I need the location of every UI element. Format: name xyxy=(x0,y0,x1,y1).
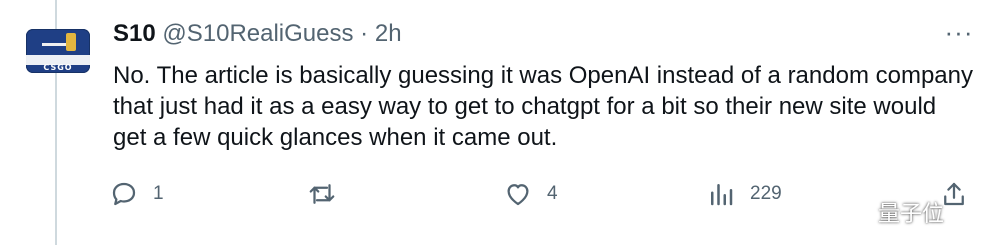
avatar-emblem xyxy=(42,43,66,46)
like-count: 4 xyxy=(547,183,558,204)
watermark-text: 量子位 xyxy=(878,202,945,227)
author-handle[interactable]: @S10RealiGuess xyxy=(162,20,353,47)
retweet-button[interactable] xyxy=(307,176,351,212)
tweet-text: No. The article is basically guessing it… xyxy=(113,62,973,151)
avatar-label: CSGO xyxy=(43,63,73,72)
reply-icon xyxy=(112,182,136,206)
author-name[interactable]: S10 xyxy=(113,20,156,47)
views-count: 229 xyxy=(750,183,782,204)
wechat-logo-icon xyxy=(849,203,873,220)
watermark: 量子位 xyxy=(848,192,944,232)
views-button[interactable]: 229 xyxy=(706,176,782,212)
analytics-icon xyxy=(711,184,733,206)
tweet-timestamp[interactable]: 2h xyxy=(375,20,402,47)
retweet-icon xyxy=(309,184,335,204)
reply-button[interactable]: 1 xyxy=(109,176,164,212)
avatar-figure xyxy=(66,33,76,51)
avatar[interactable]: CSGO xyxy=(26,29,90,73)
heart-icon xyxy=(507,184,529,206)
more-options-button[interactable]: ··· xyxy=(944,17,974,48)
tweet-header: S10 @S10RealiGuess · 2h xyxy=(113,18,402,50)
ellipsis-icon: ··· xyxy=(944,17,974,47)
header-separator: · xyxy=(360,20,369,47)
reply-count: 1 xyxy=(153,183,164,204)
like-button[interactable]: 4 xyxy=(503,176,558,212)
